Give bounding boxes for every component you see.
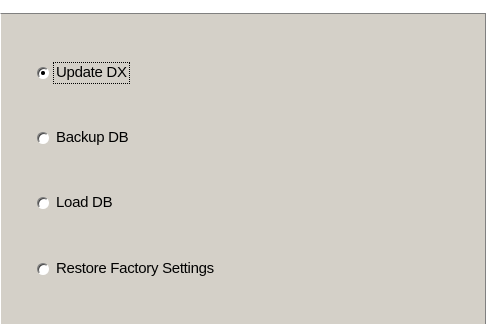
radio-label-backup-db: Backup DB (56, 129, 129, 146)
radio-label-load-db: Load DB (56, 194, 113, 211)
radio-label-update-dx: Update DX (53, 62, 130, 84)
radio-unselected-icon[interactable] (37, 263, 49, 275)
radio-option-backup-db[interactable]: Backup DB (37, 126, 129, 150)
radio-selected-icon[interactable] (37, 67, 49, 79)
radio-label-restore-factory-settings: Restore Factory Settings (56, 260, 214, 277)
radio-option-update-dx[interactable]: Update DX (37, 61, 130, 85)
options-panel: Update DX Backup DB Load DB Restore Fact… (0, 13, 486, 324)
radio-option-load-db[interactable]: Load DB (37, 191, 113, 215)
radio-unselected-icon[interactable] (37, 197, 49, 209)
radio-option-restore-factory-settings[interactable]: Restore Factory Settings (37, 257, 214, 281)
radio-dot (41, 71, 45, 75)
radio-unselected-icon[interactable] (37, 132, 49, 144)
